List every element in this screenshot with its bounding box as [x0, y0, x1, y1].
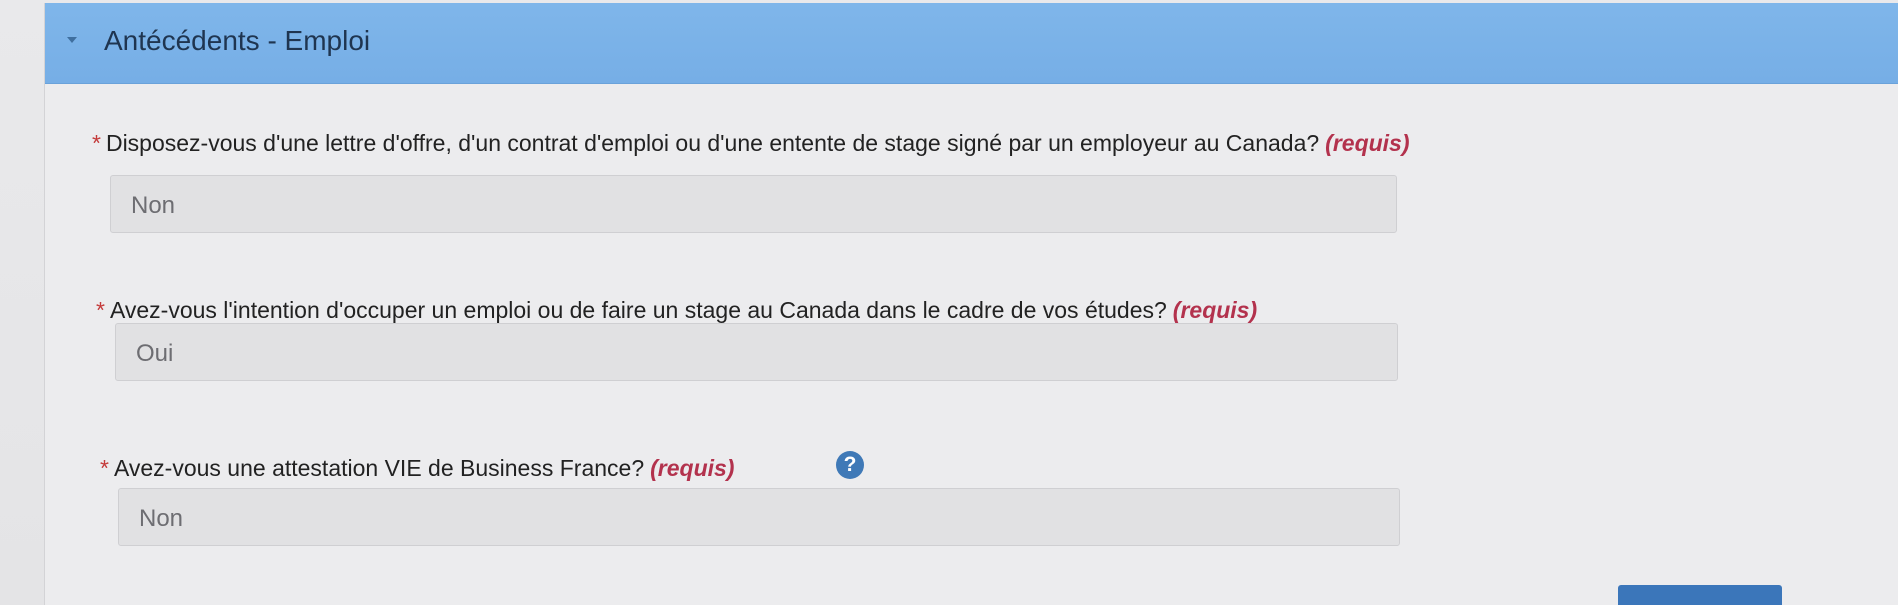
question-3-field[interactable]: Non — [118, 488, 1400, 546]
help-question-icon[interactable]: ? — [836, 451, 864, 479]
question-text: Disposez-vous d'une lettre d'offre, d'un… — [105, 130, 1320, 156]
panel-header[interactable]: Antécédents - Emploi — [45, 3, 1898, 84]
collapse-chevron-icon[interactable] — [67, 37, 77, 43]
question-2-value: Oui — [136, 340, 174, 367]
question-1-value: Non — [131, 192, 176, 219]
required-text: (requis) — [650, 455, 735, 481]
required-star: * — [100, 455, 109, 481]
page: Antécédents - Emploi * Disposez-vous d'un… — [0, 0, 1898, 605]
question-text: Avez-vous une attestation VIE de Busines… — [113, 455, 645, 481]
question-1-field[interactable]: Non — [110, 175, 1397, 233]
required-text: (requis) — [1172, 297, 1258, 323]
panel-title: Antécédents - Emploi — [104, 25, 371, 56]
partial-action-button[interactable] — [1618, 585, 1782, 605]
question-1-label: * Disposez-vous d'une lettre d'offre, d'u… — [92, 130, 1410, 157]
question-text: Avez-vous l'intention d'occuper un emplo… — [109, 297, 1167, 323]
question-3-value: Non — [139, 505, 184, 532]
required-star: * — [92, 130, 101, 156]
question-2-field[interactable]: Oui — [115, 323, 1398, 381]
required-star: * — [96, 297, 105, 323]
question-3-label: * Avez-vous une attestation VIE de Busine… — [100, 455, 734, 482]
question-2-label: * Avez-vous l'intention d'occuper un empl… — [96, 297, 1257, 324]
required-text: (requis) — [1325, 130, 1410, 156]
